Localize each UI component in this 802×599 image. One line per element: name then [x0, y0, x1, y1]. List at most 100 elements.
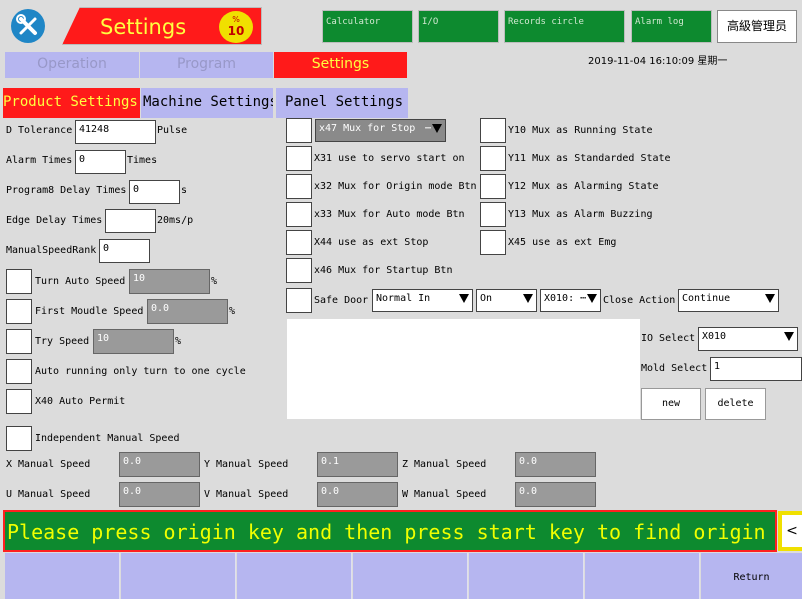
status-message: Please press origin key and then press s…	[7, 520, 766, 544]
y11-checkbox[interactable]	[480, 146, 506, 171]
io-button[interactable]: I/O	[418, 10, 499, 43]
manual-speed-rank-label: ManualSpeedRank	[6, 245, 97, 256]
triangle-down-icon	[587, 294, 597, 303]
chevron-left-icon: <	[782, 515, 802, 547]
auto-running-label: Auto running only turn to one cycle	[35, 366, 246, 377]
w-manual-speed-label: W Manual Speed	[402, 489, 487, 500]
y-manual-speed-input[interactable]: 0.1	[317, 452, 398, 477]
x46-label: x46 Mux for Startup Btn	[314, 265, 453, 276]
safe-door-state-value: On	[480, 293, 493, 304]
u-manual-speed-label: U Manual Speed	[6, 489, 91, 500]
tab-settings[interactable]: Settings	[274, 52, 407, 78]
safe-door-state-dropdown[interactable]: On	[476, 289, 537, 312]
function-key-5[interactable]	[469, 553, 584, 599]
function-key-3[interactable]	[237, 553, 352, 599]
safe-door-mode-dropdown[interactable]: Normal In	[372, 289, 473, 312]
records-circle-button[interactable]: Records circle	[504, 10, 625, 43]
subtab-product-settings[interactable]: Product Settings	[3, 88, 140, 118]
return-button[interactable]: Return	[701, 553, 802, 599]
u-manual-speed-input[interactable]: 0.0	[119, 482, 200, 507]
function-key-1[interactable]	[5, 553, 120, 599]
x44-label: X44 use as ext Stop	[314, 237, 429, 248]
first-module-speed-input[interactable]: 0.0	[147, 299, 228, 324]
function-key-6[interactable]	[585, 553, 700, 599]
function-key-4[interactable]	[353, 553, 468, 599]
alarm-times-input[interactable]: 0	[75, 150, 126, 174]
auto-running-checkbox[interactable]	[6, 359, 32, 384]
edge-delay-unit: 20ms/p	[157, 215, 194, 226]
y13-label: Y13 Mux as Alarm Buzzing	[508, 209, 653, 220]
x33-checkbox[interactable]	[286, 202, 312, 227]
io-select-dropdown[interactable]: X010	[698, 327, 798, 351]
z-manual-speed-label: Z Manual Speed	[402, 459, 487, 470]
subtab-machine-settings[interactable]: Machine Settings	[141, 88, 273, 118]
subtab-panel-settings[interactable]: Panel Settings	[276, 88, 408, 118]
x47-dropdown[interactable]: x47 Mux for Stop ⋯	[315, 119, 446, 142]
return-label: Return	[733, 572, 770, 583]
settings-app-icon[interactable]	[11, 9, 45, 43]
edge-delay-label: Edge Delay Times	[6, 215, 103, 226]
delete-button[interactable]: delete	[705, 388, 766, 420]
program8-delay-label: Program8 Delay Times	[6, 185, 127, 196]
triangle-down-icon	[784, 332, 794, 341]
safe-door-mode-value: Normal In	[376, 293, 431, 304]
y11-label: Y11 Mux as Standarded State	[508, 153, 671, 164]
status-bar: Please press origin key and then press s…	[3, 510, 777, 552]
x40-auto-permit-label: X40 Auto Permit	[35, 396, 126, 407]
tab-program[interactable]: Program	[140, 52, 273, 78]
x44-checkbox[interactable]	[286, 230, 312, 255]
first-module-speed-checkbox[interactable]	[6, 299, 32, 324]
x32-label: x32 Mux for Origin mode Btn	[314, 181, 477, 192]
close-action-dropdown[interactable]: Continue	[678, 289, 779, 312]
x45-checkbox[interactable]	[480, 230, 506, 255]
d-tolerance-input[interactable]: 41248	[75, 120, 156, 144]
io-select-value: X010	[702, 331, 727, 342]
safe-door-io-dropdown[interactable]: X010: ⋯	[540, 289, 601, 312]
x40-auto-permit-checkbox[interactable]	[6, 389, 32, 414]
y10-checkbox[interactable]	[480, 118, 506, 143]
x46-checkbox[interactable]	[286, 258, 312, 283]
io-select-label: IO Select	[641, 333, 696, 344]
x47-dropdown-value: x47 Mux for Stop	[319, 123, 416, 134]
y13-checkbox[interactable]	[480, 202, 506, 227]
try-speed-input[interactable]: 10	[93, 329, 174, 354]
alarm-log-button[interactable]: Alarm log	[631, 10, 712, 43]
calculator-button[interactable]: Calculator	[322, 10, 413, 43]
v-manual-speed-input[interactable]: 0.0	[317, 482, 398, 507]
safe-door-io-more: ⋯	[580, 293, 587, 304]
y10-label: Y10 Mux as Running State	[508, 125, 653, 136]
independent-manual-label: Independent Manual Speed	[35, 433, 180, 444]
try-speed-checkbox[interactable]	[6, 329, 32, 354]
status-scroll-button[interactable]: <	[778, 511, 802, 551]
w-manual-speed-input[interactable]: 0.0	[515, 482, 596, 507]
safe-door-label: Safe Door	[314, 295, 369, 306]
edge-delay-input[interactable]	[105, 209, 156, 233]
manual-speed-rank-input[interactable]: 0	[99, 239, 150, 263]
function-key-2[interactable]	[121, 553, 236, 599]
program8-delay-input[interactable]: 0	[129, 180, 180, 204]
speed-badge: % 10	[219, 11, 253, 43]
y12-checkbox[interactable]	[480, 174, 506, 199]
mold-select-input[interactable]: 1	[710, 357, 802, 381]
turn-auto-speed-checkbox[interactable]	[6, 269, 32, 294]
d-tolerance-label: D Tolerance	[6, 125, 73, 136]
x32-checkbox[interactable]	[286, 174, 312, 199]
safe-door-checkbox[interactable]	[286, 288, 312, 313]
io-list-panel[interactable]	[287, 319, 640, 419]
close-action-label: Close Action	[603, 295, 676, 306]
triangle-down-icon	[432, 124, 442, 133]
wrench-screwdriver-icon	[16, 14, 37, 35]
x47-checkbox[interactable]	[286, 118, 312, 143]
new-button[interactable]: new	[641, 388, 701, 420]
turn-auto-speed-input[interactable]: 10	[129, 269, 210, 294]
x-manual-speed-input[interactable]: 0.0	[119, 452, 200, 477]
datetime: 2019-11-04 16:10:09 星期一	[588, 56, 728, 67]
admin-user-button[interactable]: 高級管理员	[717, 10, 797, 43]
z-manual-speed-input[interactable]: 0.0	[515, 452, 596, 477]
independent-manual-checkbox[interactable]	[6, 426, 32, 451]
triangle-down-icon	[523, 294, 533, 303]
y12-label: Y12 Mux as Alarming State	[508, 181, 659, 192]
tab-operation[interactable]: Operation	[5, 52, 139, 78]
d-tolerance-unit: Pulse	[157, 125, 188, 136]
x31-checkbox[interactable]	[286, 146, 312, 171]
